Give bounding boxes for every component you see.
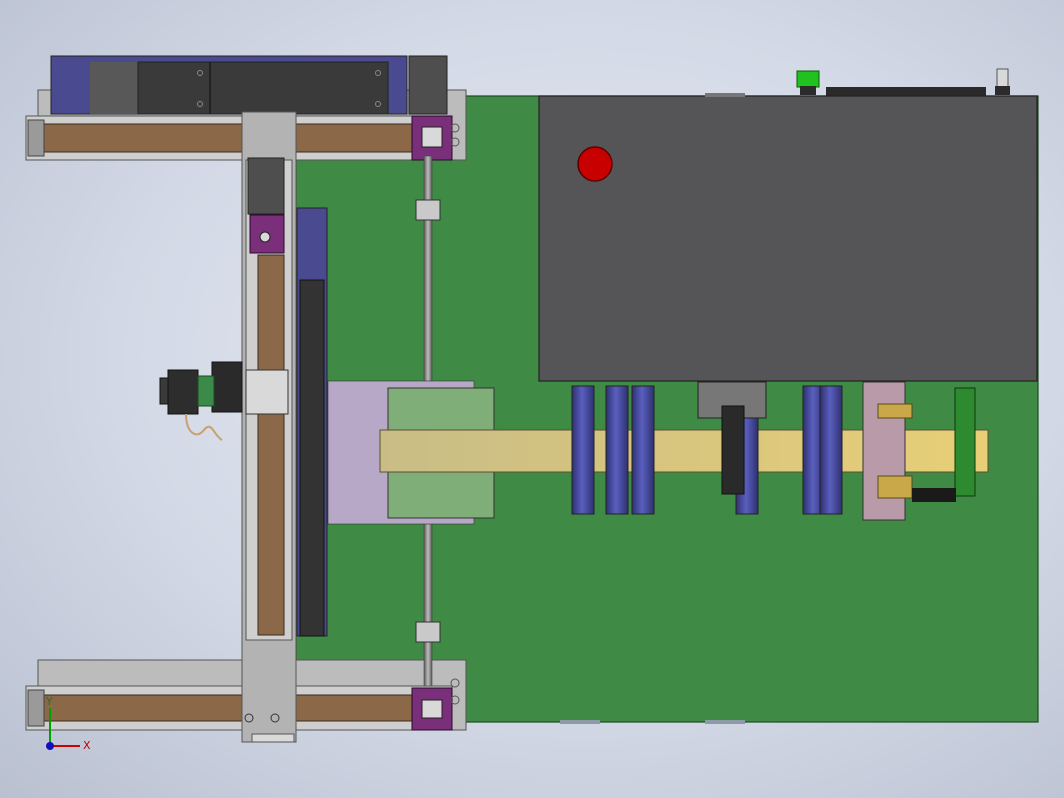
x-axis-label: X xyxy=(83,739,91,752)
assembly-drawing: X Y xyxy=(25,55,1039,752)
vertical-blue-unit xyxy=(296,207,328,637)
start-button[interactable] xyxy=(796,70,820,95)
indicator-post xyxy=(995,68,1010,95)
gripper-head[interactable] xyxy=(159,369,223,441)
emergency-stop-button[interactable] xyxy=(577,146,613,182)
top-servo-motor xyxy=(408,55,448,115)
control-cabinet[interactable] xyxy=(538,68,1038,382)
vertical-servo-motor xyxy=(247,157,285,215)
gantry-carriage[interactable] xyxy=(211,361,289,415)
vertical-linear-module[interactable] xyxy=(241,111,297,743)
cad-viewport[interactable]: X Y xyxy=(0,0,1064,798)
y-axis-label: Y xyxy=(45,695,53,708)
